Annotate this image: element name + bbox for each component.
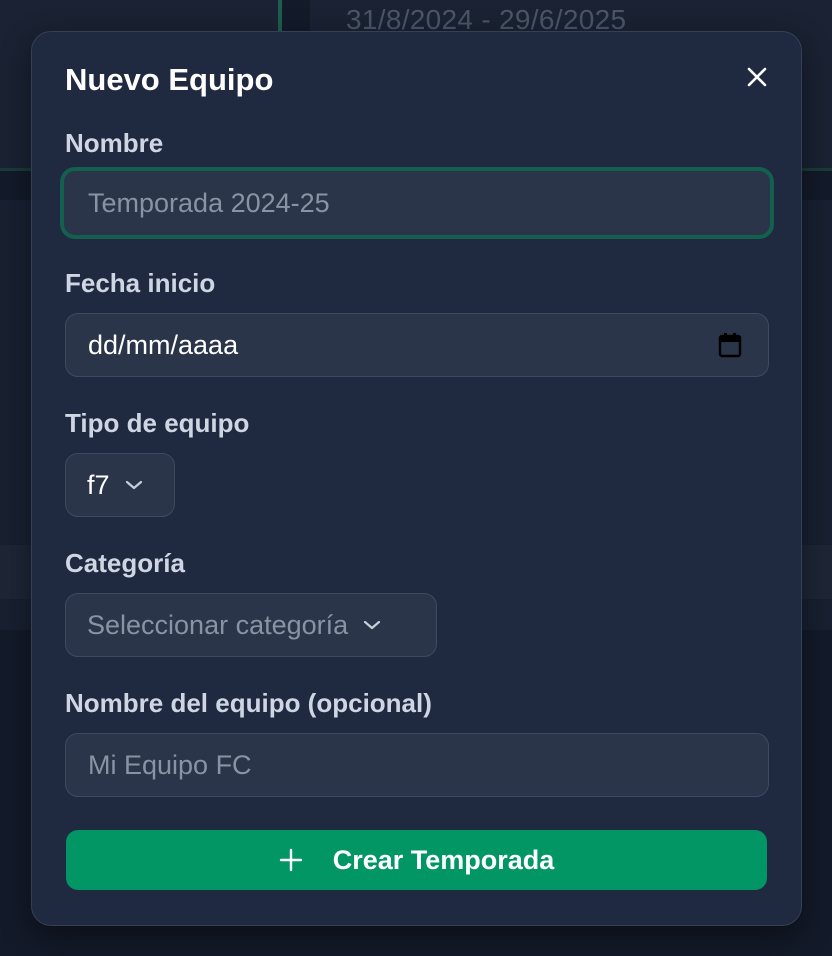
categoria-value: Seleccionar categoría: [87, 609, 349, 640]
chevron-down-icon: [124, 479, 144, 491]
close-icon: [747, 67, 767, 87]
background-accent-line: [278, 0, 282, 34]
calendar-icon[interactable]: [718, 332, 742, 365]
close-button[interactable]: [740, 60, 774, 94]
plus-icon: [279, 848, 303, 872]
tipo-equipo-select[interactable]: f7: [65, 453, 175, 517]
nombre-label: Nombre: [65, 128, 164, 158]
nombre-input[interactable]: Temporada 2024-25: [60, 167, 774, 239]
fecha-inicio-value: dd/mm/aaaa: [88, 329, 239, 360]
categoria-label: Categoría: [65, 548, 185, 578]
categoria-select[interactable]: Seleccionar categoría: [65, 593, 437, 657]
tipo-equipo-label: Tipo de equipo: [65, 408, 250, 438]
fecha-inicio-input[interactable]: dd/mm/aaaa: [65, 313, 769, 377]
tipo-equipo-value: f7: [87, 469, 110, 500]
nombre-equipo-input[interactable]: Mi Equipo FC: [65, 733, 769, 797]
crear-temporada-label: Crear Temporada: [332, 844, 555, 875]
nombre-equipo-placeholder: Mi Equipo FC: [88, 749, 252, 780]
chevron-down-icon: [362, 619, 382, 631]
nombre-placeholder: Temporada 2024-25: [88, 187, 330, 218]
modal-title: Nuevo Equipo: [65, 62, 274, 97]
nombre-equipo-label: Nombre del equipo (opcional): [65, 688, 432, 718]
new-team-modal: Nuevo Equipo Nombre Temporada 2024-25 Fe…: [31, 31, 802, 926]
crear-temporada-button[interactable]: Crear Temporada: [66, 830, 767, 890]
fecha-inicio-label: Fecha inicio: [65, 268, 216, 298]
